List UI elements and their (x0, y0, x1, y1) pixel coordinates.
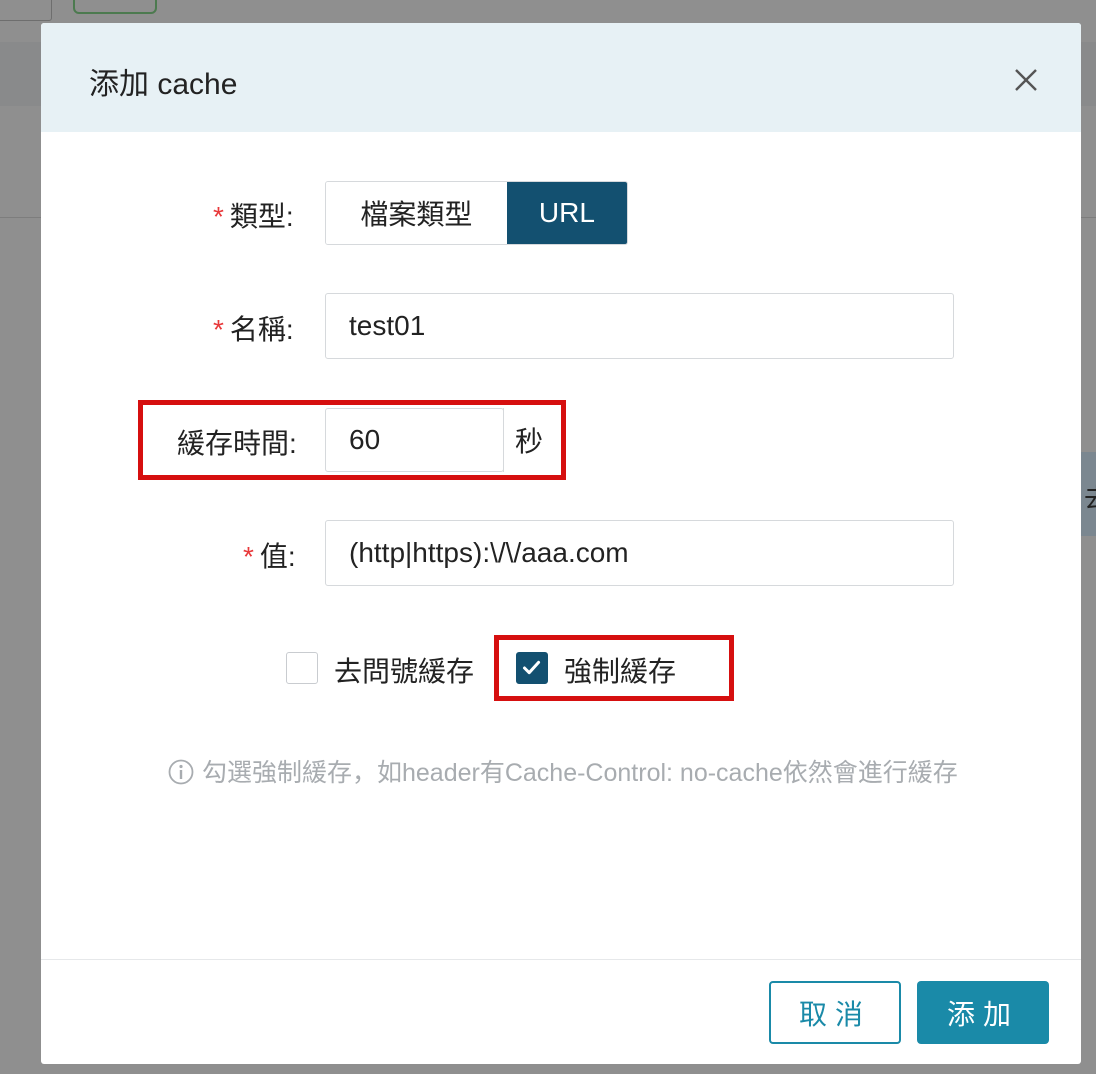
cache-time-input[interactable]: 60 (325, 408, 504, 472)
required-mark: * (243, 541, 254, 572)
type-option-file[interactable]: 檔案類型 (326, 182, 507, 244)
footer-divider (41, 959, 1081, 960)
force-cache-label: 強制緩存 (564, 656, 677, 687)
name-input[interactable]: test01 (325, 293, 954, 359)
value-input[interactable]: (http|https):\/\/aaa.com (325, 520, 954, 586)
required-mark: * (213, 201, 224, 232)
cache-time-unit: 秒 (503, 408, 554, 472)
info-icon (168, 759, 194, 785)
type-segmented-control: 檔案類型 URL (325, 181, 628, 245)
query-cache-checkbox[interactable] (286, 652, 318, 684)
force-cache-checkbox[interactable] (516, 652, 548, 684)
background-button (73, 0, 157, 14)
cache-time-label: 緩存時間: (177, 428, 297, 459)
dialog-header: 添加 cache (41, 23, 1081, 132)
close-icon[interactable] (1011, 65, 1041, 95)
background-input (0, 0, 52, 21)
check-icon (523, 660, 541, 675)
cancel-button[interactable]: 取消 (769, 981, 901, 1044)
hint-text: 勾選強制緩存，如header有Cache-Control: no-cache依然… (202, 759, 958, 787)
force-cache-hint: 勾選強制緩存，如header有Cache-Control: no-cache依然… (168, 751, 1028, 795)
dialog-title: 添加 cache (89, 68, 238, 101)
add-button[interactable]: 添加 (917, 981, 1049, 1044)
type-label: * 類型: (213, 201, 294, 232)
background-side-text: 去 (1084, 478, 1096, 515)
required-mark: * (213, 314, 224, 345)
query-cache-label: 去問號緩存 (334, 656, 475, 687)
type-option-url[interactable]: URL (506, 182, 627, 244)
name-label: * 名稱: (213, 314, 294, 345)
value-label: * 值: (243, 541, 296, 572)
add-cache-dialog: 添加 cache * 類型: 檔案類型 URL * 名稱: test01 緩存時間:… (41, 23, 1081, 1064)
